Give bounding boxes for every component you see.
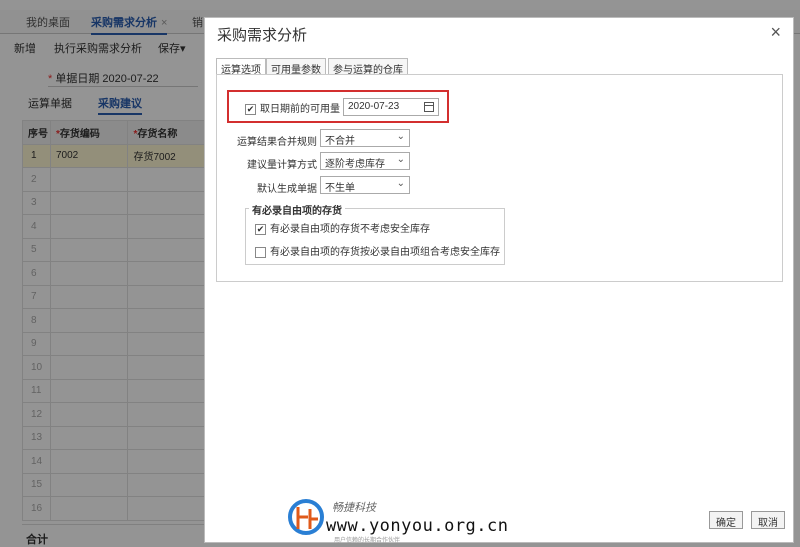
date-input[interactable]: 2020-07-23 — [343, 98, 439, 116]
tab-available-params[interactable]: 可用量参数 — [266, 58, 326, 76]
default-doc-select[interactable]: 不生单 ⌄ — [320, 176, 410, 194]
free-items-option-2[interactable]: 有必录自由项的存货按必录自由项组合考虑安全库存 — [255, 243, 500, 258]
watermark-logo-icon — [288, 499, 324, 535]
checkbox-no-safety-stock[interactable]: ✔ — [255, 223, 266, 235]
purchase-analysis-dialog: 采购需求分析 × 运算选项 可用量参数 参与运算的仓库 ✔ 取日期前的可用量 20… — [204, 17, 794, 543]
free-items-option-2-label: 有必录自由项的存货按必录自由项组合考虑安全库存 — [270, 247, 500, 258]
chevron-down-icon: ⌄ — [396, 178, 405, 189]
merge-rule-value: 不合并 — [325, 136, 355, 147]
watermark-cn: 畅捷科技 — [332, 502, 376, 514]
available-before-date-label: 取日期前的可用量 — [260, 104, 340, 115]
merge-rule-label: 运算结果合并规则 — [237, 137, 317, 148]
default-doc-label: 默认生成单据 — [257, 184, 317, 195]
watermark: 畅捷科技 www.yonyou.org.cn 用户信赖的长期合作伙伴 — [288, 497, 509, 544]
default-doc-value: 不生单 — [325, 183, 355, 194]
free-items-option-1[interactable]: ✔ 有必录自由项的存货不考虑安全库存 — [255, 220, 430, 235]
tab-calc-options[interactable]: 运算选项 — [216, 58, 266, 76]
chevron-down-icon: ⌄ — [396, 154, 405, 165]
merge-rule-select[interactable]: 不合并 ⌄ — [320, 129, 410, 147]
close-icon[interactable]: × — [770, 22, 781, 43]
free-items-option-1-label: 有必录自由项的存货不考虑安全库存 — [270, 224, 430, 235]
ok-button[interactable]: 确定 — [709, 511, 743, 529]
checkbox-available-before-date[interactable]: ✔ — [245, 103, 256, 115]
available-before-date-option[interactable]: ✔ 取日期前的可用量 — [245, 100, 340, 115]
suggest-method-label: 建议量计算方式 — [247, 160, 317, 171]
free-items-legend: 有必录自由项的存货 — [249, 202, 345, 217]
chevron-down-icon: ⌄ — [396, 131, 405, 142]
dialog-title: 采购需求分析 — [217, 27, 308, 44]
tab-warehouses[interactable]: 参与运算的仓库 — [328, 58, 408, 76]
suggest-method-select[interactable]: 逐阶考虑库存 ⌄ — [320, 152, 410, 170]
calendar-icon[interactable] — [424, 102, 434, 112]
watermark-url: www.yonyou.org.cn — [326, 516, 509, 536]
watermark-sub: 用户信赖的长期合作伙伴 — [334, 538, 401, 544]
checkbox-combo-safety-stock[interactable] — [255, 246, 266, 258]
suggest-method-value: 逐阶考虑库存 — [325, 159, 385, 170]
date-input-value: 2020-07-23 — [348, 101, 400, 112]
cancel-button[interactable]: 取消 — [751, 511, 785, 529]
